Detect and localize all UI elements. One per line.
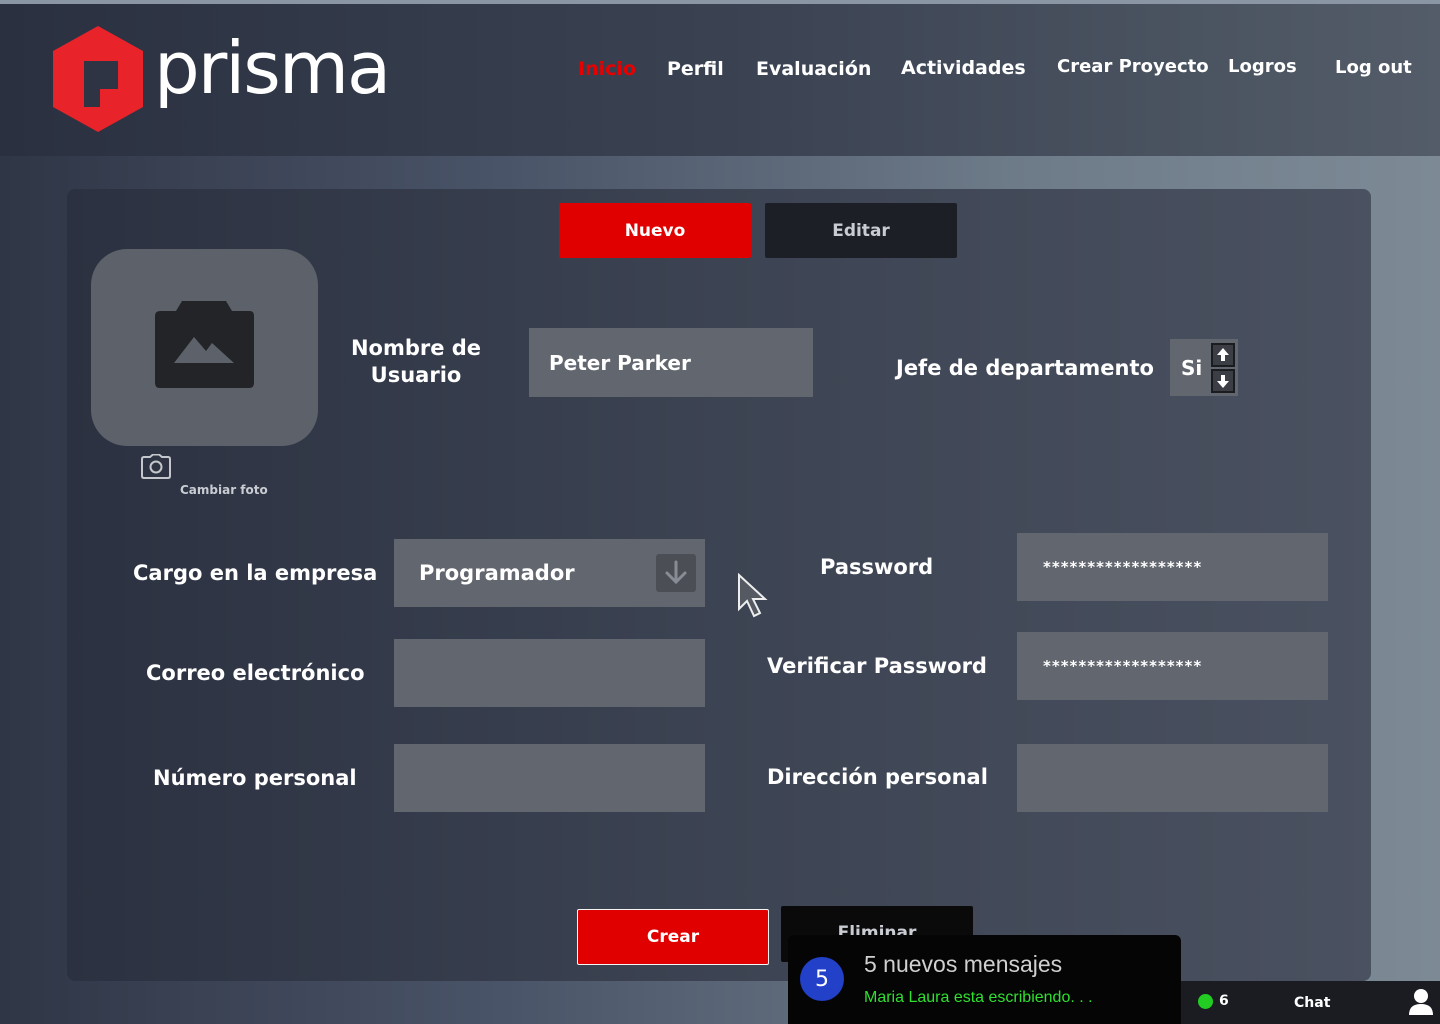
typing-status: Maria Laura esta escribiendo. . . bbox=[864, 989, 1093, 1006]
user-icon[interactable] bbox=[1408, 988, 1434, 1020]
brand-name: prisma bbox=[154, 26, 391, 110]
username-input[interactable]: Peter Parker bbox=[529, 328, 813, 397]
tab-nuevo[interactable]: Nuevo bbox=[559, 203, 751, 258]
address-input[interactable] bbox=[1017, 744, 1328, 812]
nav-perfil[interactable]: Perfil bbox=[667, 58, 724, 80]
message-count-badge: 5 bbox=[800, 957, 844, 1001]
camera-icon[interactable] bbox=[141, 453, 171, 483]
email-label: Correo electrónico bbox=[146, 661, 365, 685]
create-button[interactable]: Crear bbox=[577, 909, 769, 965]
nav-evaluacion[interactable]: Evaluación bbox=[756, 58, 871, 80]
nav-logros[interactable]: Logros bbox=[1228, 56, 1297, 77]
verify-password-input[interactable]: ****************** bbox=[1017, 632, 1328, 700]
online-indicator-icon bbox=[1198, 994, 1213, 1009]
department-head-stepper[interactable]: Si bbox=[1170, 339, 1238, 396]
address-label: Dirección personal bbox=[767, 765, 988, 789]
phone-label: Número personal bbox=[153, 766, 357, 790]
image-placeholder-icon bbox=[155, 301, 254, 388]
new-messages-toast[interactable] bbox=[788, 935, 1181, 1024]
nav-actividades[interactable]: Actividades bbox=[901, 57, 1026, 79]
change-photo-label[interactable]: Cambiar foto bbox=[180, 483, 268, 497]
profile-photo[interactable] bbox=[91, 249, 318, 446]
password-input[interactable]: ****************** bbox=[1017, 533, 1328, 601]
nav-log-out[interactable]: Log out bbox=[1335, 57, 1412, 78]
prisma-logo-icon[interactable] bbox=[48, 23, 148, 139]
password-label: Password bbox=[820, 555, 934, 579]
verify-password-label: Verificar Password bbox=[767, 654, 987, 678]
new-messages-title: 5 nuevos mensajes bbox=[864, 951, 1063, 977]
mouse-cursor-icon bbox=[737, 572, 773, 623]
decrement-arrow-icon[interactable] bbox=[1211, 369, 1235, 397]
username-value: Peter Parker bbox=[549, 350, 691, 375]
nav-inicio[interactable]: Inicio bbox=[578, 58, 636, 80]
department-head-label: Jefe de departamento bbox=[896, 356, 1154, 380]
dropdown-arrow-icon[interactable] bbox=[656, 554, 696, 596]
department-head-value: Si bbox=[1181, 355, 1203, 380]
chat-label[interactable]: Chat bbox=[1294, 995, 1330, 1011]
verify-password-value: ****************** bbox=[1043, 657, 1203, 675]
increment-arrow-icon[interactable] bbox=[1211, 343, 1235, 371]
email-input[interactable] bbox=[394, 639, 705, 707]
password-value: ****************** bbox=[1043, 558, 1203, 576]
position-label: Cargo en la empresa bbox=[133, 561, 378, 585]
nav-crear-proyecto[interactable]: Crear Proyecto bbox=[1057, 56, 1209, 77]
position-value: Programador bbox=[419, 561, 575, 585]
top-navbar: prisma Inicio Perfil Evaluación Activida… bbox=[0, 4, 1440, 156]
phone-input[interactable] bbox=[394, 744, 705, 812]
username-label: Nombre de Usuario bbox=[350, 336, 482, 387]
online-count: 6 bbox=[1219, 993, 1229, 1009]
tab-editar[interactable]: Editar bbox=[765, 203, 957, 258]
position-select[interactable]: Programador bbox=[394, 539, 705, 607]
